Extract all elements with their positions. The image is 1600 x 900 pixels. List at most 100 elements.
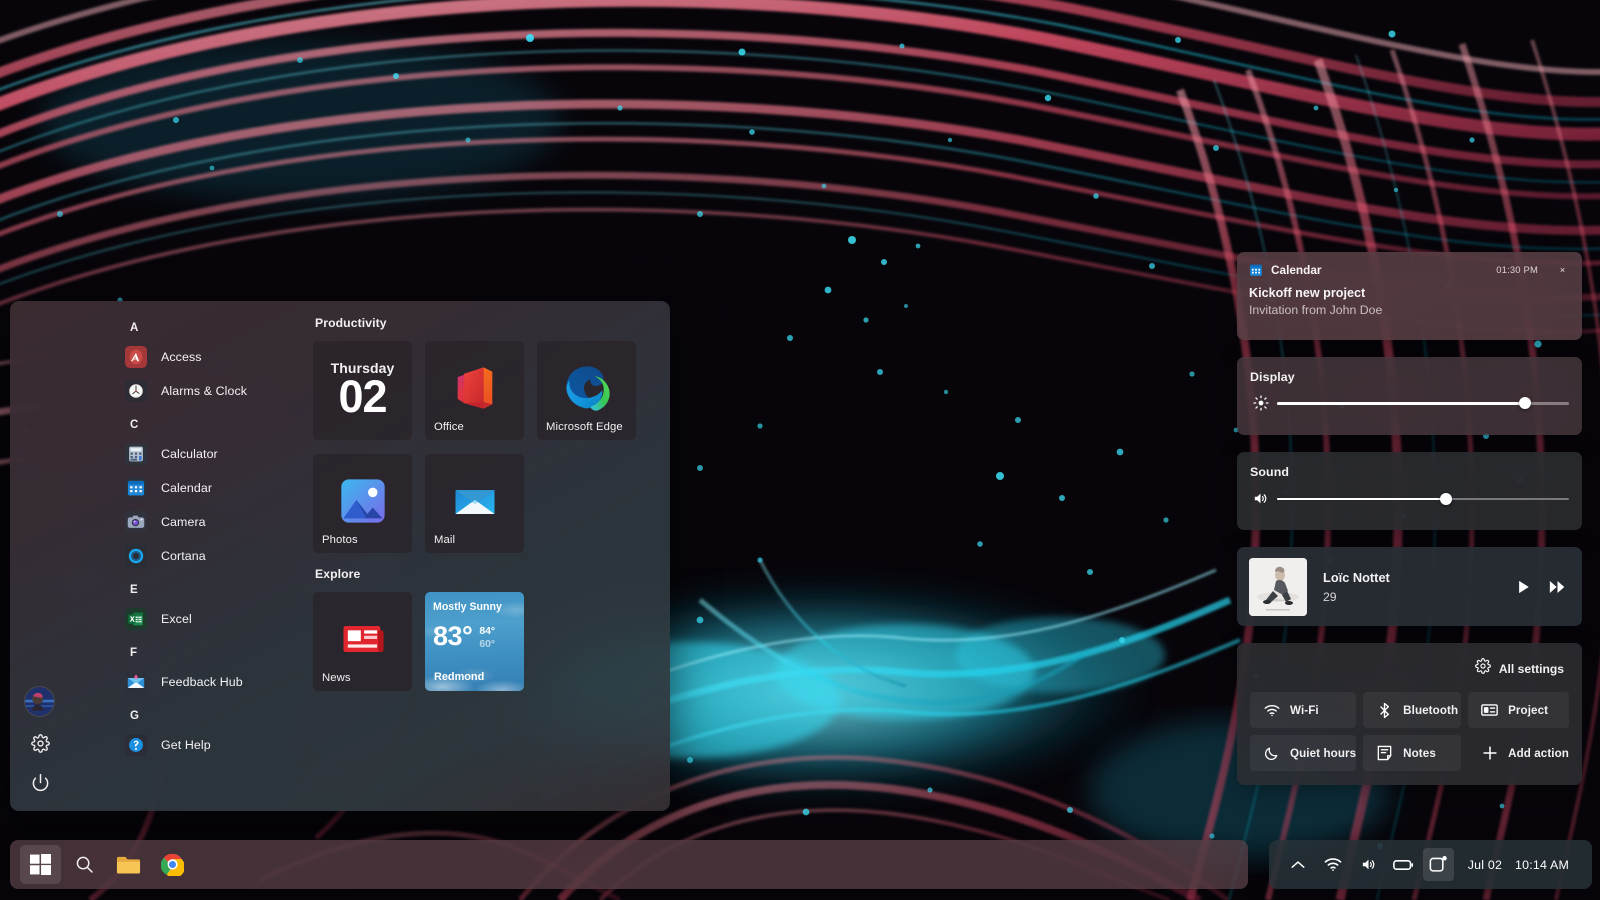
search-button[interactable] — [64, 845, 105, 884]
action-center-button[interactable] — [1422, 848, 1454, 881]
notification-time: 01:30 PM — [1496, 264, 1538, 275]
settings-button[interactable] — [27, 730, 53, 756]
tile-weather[interactable]: Mostly Sunny 83° 84° 60° Redmond — [425, 592, 524, 691]
battery-icon — [1392, 859, 1413, 870]
app-list-item-cortana[interactable]: Cortana — [67, 539, 294, 572]
brightness-slider[interactable] — [1277, 395, 1569, 411]
media-metadata: Loïc Nottet 29 — [1323, 570, 1510, 604]
app-list-item-get-help[interactable]: Get Help — [67, 728, 294, 761]
clock[interactable]: Jul 02 10:14 AM — [1458, 848, 1576, 881]
calculator-icon-wrap — [125, 442, 147, 465]
plus-icon — [1482, 746, 1497, 760]
tile-row: News Mostly Sunny 83° 84° 60° Redmond — [313, 592, 670, 691]
avatar[interactable] — [25, 687, 54, 716]
calendar-icon — [1250, 264, 1262, 276]
quick-action-label: Wi-Fi — [1290, 703, 1319, 717]
next-track-button[interactable] — [1544, 574, 1570, 600]
notification-card[interactable]: Calendar 01:30 PM × Kickoff new project … — [1237, 252, 1582, 340]
volume-icon-wrap — [1250, 490, 1271, 507]
app-list-item-label: Access — [161, 349, 202, 364]
quick-action-add-action[interactable]: Add action — [1468, 735, 1569, 771]
app-list-item-label: Calculator — [161, 446, 218, 461]
chrome-icon — [161, 853, 184, 876]
play-button[interactable] — [1510, 574, 1536, 600]
app-list-item-access[interactable]: Access — [67, 340, 294, 373]
tile-mail[interactable]: Mail — [425, 454, 524, 553]
notification-app-name: Calendar — [1271, 262, 1322, 277]
folder-icon — [116, 856, 141, 873]
slider-knob[interactable] — [1519, 397, 1532, 409]
system-tray[interactable]: Jul 02 10:14 AM — [1268, 840, 1592, 889]
start-tiles-pane: Productivity Thursday 02 Office Microsof… — [300, 301, 670, 811]
network-button[interactable] — [1318, 848, 1349, 881]
media-player-card[interactable]: Loïc Nottet 29 — [1237, 547, 1582, 626]
camera-icon — [125, 510, 147, 533]
volume-button[interactable] — [1353, 848, 1384, 881]
wifi-icon — [1264, 704, 1279, 716]
all-settings-label: All settings — [1498, 661, 1564, 676]
action-center-icon — [1429, 856, 1447, 872]
tray-date: Jul 02 — [1467, 857, 1503, 872]
tile-label: Microsoft Edge — [546, 421, 623, 433]
app-list-item-alarms-clock[interactable]: Alarms & Clock — [67, 374, 294, 407]
quick-action-project[interactable]: Project — [1468, 692, 1569, 728]
quick-action-wifi[interactable]: Wi-Fi — [1250, 692, 1357, 728]
close-icon[interactable]: × — [1555, 262, 1570, 277]
tile-calendar[interactable]: Thursday 02 — [313, 341, 412, 440]
tile-photos[interactable]: Photos — [313, 454, 412, 553]
volume-slider[interactable] — [1277, 491, 1569, 507]
tile-news[interactable]: News — [313, 592, 412, 691]
photos-icon-wrap — [337, 475, 389, 527]
media-track-title: 29 — [1323, 589, 1337, 604]
power-icon — [32, 773, 48, 791]
quick-action-bluetooth[interactable]: Bluetooth — [1363, 692, 1462, 728]
app-list-section-header: G — [130, 710, 140, 722]
show-hidden-icons-button[interactable] — [1283, 848, 1314, 881]
wifi-icon-wrap — [1263, 704, 1280, 717]
app-list-item-label: Camera — [161, 514, 206, 529]
all-settings-button[interactable]: All settings — [1470, 654, 1569, 683]
start-menu[interactable]: A Access Alarms & Clock C Calculator Calendar… — [10, 301, 670, 811]
tile-row: Thursday 02 Office Microsoft Edge — [313, 341, 670, 440]
battery-button[interactable] — [1388, 848, 1419, 881]
start-button[interactable] — [20, 845, 61, 884]
moon-icon — [1265, 747, 1278, 760]
power-button[interactable] — [27, 769, 53, 795]
slider-fill — [1277, 497, 1447, 501]
app-list-item-excel[interactable]: Excel — [67, 602, 294, 635]
app-list-item-label: Excel — [161, 611, 192, 626]
moon-icon-wrap — [1263, 746, 1280, 761]
wifi-icon — [1324, 858, 1342, 871]
calendar-tile-date: 02 — [338, 370, 387, 422]
chrome-button[interactable] — [152, 845, 193, 884]
play-icon — [1518, 580, 1529, 593]
clock-icon — [125, 379, 147, 402]
slider-knob[interactable] — [1440, 492, 1453, 505]
app-list-item-calculator[interactable]: Calculator — [67, 437, 294, 470]
file-explorer-button[interactable] — [108, 845, 149, 884]
next-track-icon — [1549, 580, 1564, 593]
chevron-up-icon — [1291, 860, 1305, 868]
bluetooth-icon — [1380, 702, 1390, 718]
news-icon-wrap — [337, 613, 389, 665]
tile-office[interactable]: Office — [425, 341, 524, 440]
tray-time: 10:14 AM — [1515, 857, 1569, 872]
news-icon — [343, 625, 384, 652]
quick-action-notes[interactable]: Notes — [1363, 735, 1462, 771]
app-list-item-calendar[interactable]: Calendar — [67, 471, 294, 504]
action-center[interactable]: Calendar 01:30 PM × Kickoff new project … — [1237, 252, 1582, 785]
cortana-icon-wrap — [125, 544, 147, 567]
calendar-icon-wrap — [125, 476, 147, 499]
office-icon-wrap — [449, 362, 501, 414]
app-list-section-header: C — [130, 419, 139, 431]
app-list-item-feedback-hub[interactable]: Feedback Hub — [67, 665, 294, 698]
quick-action-label: Bluetooth — [1403, 703, 1459, 717]
taskbar[interactable] — [10, 840, 1248, 889]
feedback-hub-icon-wrap — [125, 670, 147, 693]
quick-action-quiet-hours[interactable]: Quiet hours — [1250, 735, 1357, 771]
edge-icon-wrap — [561, 362, 613, 414]
app-list[interactable]: A Access Alarms & Clock C Calculator Calendar… — [67, 301, 300, 811]
app-list-item-camera[interactable]: Camera — [67, 505, 294, 538]
tile-microsoft-edge[interactable]: Microsoft Edge — [537, 341, 636, 440]
slider-fill — [1277, 402, 1526, 405]
